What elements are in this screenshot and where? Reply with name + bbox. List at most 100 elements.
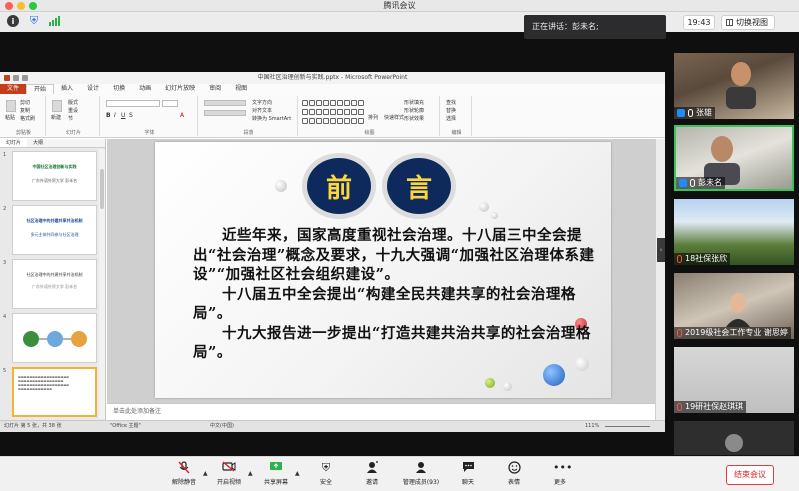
convert-smartart-button[interactable]: 转换为 SmartArt	[252, 115, 291, 122]
slide-thumbnail-selected[interactable]: ▬▬▬▬▬▬▬▬▬▬▬▬▬▬▬▬▬▬ ▬▬▬▬▬▬▬▬▬▬▬▬▬▬▬▬ ▬▬▬▬…	[12, 367, 97, 417]
caret-up-icon[interactable]: ▲	[203, 470, 208, 477]
shapes-gallery[interactable]	[302, 100, 364, 126]
ppt-tab-review[interactable]: 审阅	[202, 84, 228, 94]
bold-icon[interactable]: B	[106, 112, 111, 119]
manage-members-button[interactable]: 管理成员(93)	[398, 461, 444, 489]
format-painter-button[interactable]: 格式刷	[20, 115, 35, 122]
ribbon-group-drawing: 排列 快速样式 形状填充 形状轮廓 形状效果 绘图	[300, 96, 440, 136]
collapse-panel-button[interactable]: ›	[657, 238, 665, 262]
title-badge: 言	[387, 158, 451, 214]
zoom-level: 111%	[585, 423, 600, 429]
find-button[interactable]: 查找	[446, 99, 456, 106]
slide-thumbnail[interactable]	[12, 313, 97, 363]
mic-muted-icon	[177, 461, 191, 474]
align-text-button[interactable]: 对齐文本	[252, 107, 272, 114]
participant-video	[726, 62, 756, 109]
slide-editing-area: 前 言 近些年来，国家高度重视社会治理。十八届三中全会提出“社会治理”概念及要求…	[107, 139, 655, 403]
shared-screen[interactable]: 中国社区治理创新与实践.pptx - Microsoft PowerPoint …	[0, 72, 665, 432]
shadow-icon[interactable]: S	[129, 112, 133, 119]
ppt-tab-insert[interactable]: 插入	[54, 84, 80, 94]
participant-namebar: 18社保张欣	[674, 253, 731, 265]
share-screen-button[interactable]: 共享屏幕	[256, 461, 296, 489]
replace-button[interactable]: 替换	[446, 107, 456, 114]
font-color-icon[interactable]: A	[180, 112, 184, 119]
align-buttons[interactable]	[204, 110, 246, 116]
list-buttons[interactable]	[204, 100, 246, 106]
caret-up-icon[interactable]: ▲	[295, 470, 300, 477]
notes-pane[interactable]: 单击此处添加备注	[107, 403, 655, 419]
scrollbar-thumb[interactable]	[100, 169, 104, 209]
ppt-tab-home[interactable]: 开始	[26, 84, 55, 94]
shape-outline-button[interactable]: 形状轮廓	[404, 107, 424, 114]
mic-icon	[688, 109, 693, 117]
signal-icon[interactable]	[48, 15, 60, 27]
section-button[interactable]: 节	[68, 115, 73, 122]
shape-fill-button[interactable]: 形状填充	[404, 99, 424, 106]
current-slide[interactable]: 前 言 近些年来，国家高度重视社会治理。十八届三中全会提出“社会治理”概念及要求…	[155, 142, 611, 398]
slide-thumbnail[interactable]: 中国社区治理创新与实践 广东外语外贸大学 彭未名	[12, 151, 97, 201]
ppt-tab-file[interactable]: 文件	[0, 84, 27, 94]
switch-view-label: 切换视图	[736, 18, 768, 27]
switch-view-button[interactable]: 切换视图	[721, 15, 775, 30]
new-slide-icon[interactable]	[52, 100, 62, 112]
theme-status: "Office 主题"	[110, 423, 141, 429]
font-size-select[interactable]	[162, 100, 178, 107]
emoji-icon	[507, 461, 521, 474]
participant-tile[interactable]: 18社保张欣	[674, 199, 794, 265]
shield-icon[interactable]: ⛨	[28, 14, 40, 27]
shape-effects-button[interactable]: 形状效果	[404, 115, 424, 122]
zoom-slider[interactable]	[605, 426, 650, 427]
ppt-tab-animations[interactable]: 动画	[132, 84, 158, 94]
unmute-button[interactable]: 解除静音	[164, 461, 204, 489]
participant-tile[interactable]: 19研社保赵琪琪	[674, 347, 794, 413]
thumbnail-subtitle: 多元主体共同参与社区治理	[30, 232, 79, 237]
ppt-tab-view[interactable]: 视图	[228, 84, 254, 94]
ribbon-group-slides: 新建 版式 重设 节 幻灯片	[48, 96, 100, 136]
italic-icon[interactable]: I	[114, 112, 116, 119]
slide-thumbnail[interactable]: 社区治理中的共建共享共治机制 广东外语外贸大学 彭未名	[12, 259, 97, 309]
slide-thumbnail[interactable]: 社区治理中的共建共享共治机制 多元主体共同参与社区治理	[12, 205, 97, 255]
thumbnail-number: 2	[3, 206, 7, 212]
participant-tile[interactable]: 2019级社会工作专业 谢思婷	[674, 273, 794, 339]
text-direction-button[interactable]: 文字方向	[252, 99, 272, 106]
pane-tab-outline[interactable]: 大纲	[27, 139, 49, 147]
ppt-tab-slideshow[interactable]: 幻灯片放映	[158, 84, 202, 94]
more-button[interactable]: ••• 更多	[540, 461, 580, 489]
decor-ball	[543, 364, 565, 386]
save-icon[interactable]	[13, 75, 19, 81]
participant-tile-active[interactable]: 彭未名	[674, 125, 794, 191]
security-button[interactable]: ⛨ 安全	[306, 461, 346, 489]
video-off-icon	[222, 461, 236, 474]
start-video-button[interactable]: 开启视频	[209, 461, 249, 489]
chat-label: 聊天	[461, 479, 474, 486]
layout-button[interactable]: 版式	[68, 99, 78, 106]
participant-tile[interactable]	[674, 421, 794, 455]
select-button[interactable]: 选择	[446, 115, 456, 122]
pane-tab-slides[interactable]: 幻灯片	[0, 139, 28, 147]
undo-icon[interactable]	[22, 75, 28, 81]
ppt-tab-transitions[interactable]: 切换	[106, 84, 132, 94]
ppt-tab-design[interactable]: 设计	[80, 84, 106, 94]
reset-button[interactable]: 重设	[68, 107, 78, 114]
info-icon[interactable]: i	[7, 15, 19, 27]
decor-ball	[503, 382, 512, 391]
underline-icon[interactable]: U	[121, 112, 125, 119]
end-meeting-button[interactable]: 结束会议	[726, 465, 774, 485]
thumbnail-number: 5	[3, 368, 7, 374]
thumbnail-scrollbar[interactable]	[99, 149, 105, 419]
invite-button[interactable]: 邀请	[352, 461, 392, 489]
emoji-button[interactable]: 表情	[494, 461, 534, 489]
participant-tile[interactable]: 张雄	[674, 53, 794, 119]
arrange-button[interactable]: 排列	[368, 114, 378, 121]
new-slide-button[interactable]: 新建	[51, 114, 61, 121]
paste-button[interactable]: 粘贴	[5, 114, 15, 121]
caret-up-icon[interactable]: ▲	[248, 470, 253, 477]
cut-button[interactable]: 剪切	[20, 99, 30, 106]
quick-styles-button[interactable]: 快速样式	[384, 114, 404, 121]
font-name-select[interactable]	[106, 100, 160, 107]
slide-scrollbar[interactable]	[655, 139, 665, 420]
chat-button[interactable]: 聊天	[448, 461, 488, 489]
paste-icon[interactable]	[6, 100, 16, 112]
quick-access-toolbar[interactable]	[4, 75, 28, 81]
copy-button[interactable]: 复制	[20, 107, 30, 114]
